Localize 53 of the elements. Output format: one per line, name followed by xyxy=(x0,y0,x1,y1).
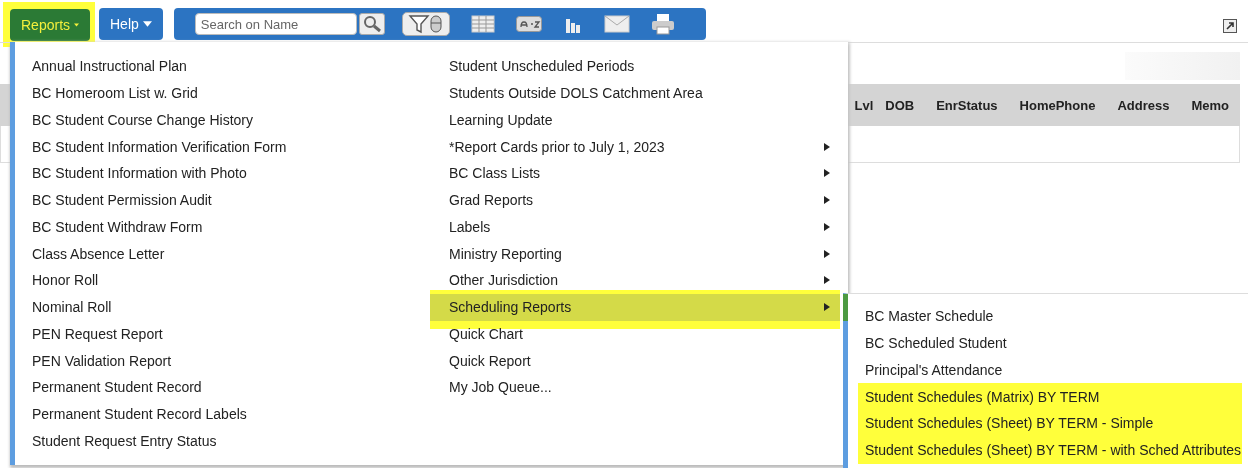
filter-button[interactable] xyxy=(401,12,450,36)
help-button[interactable]: Help xyxy=(99,8,163,40)
column-header[interactable]: Memo xyxy=(1191,97,1229,113)
menu-item[interactable]: Student Schedules (Sheet) BY TERM - with Sched Attributes xyxy=(858,436,1242,464)
menu-item[interactable]: Annual Instructional Plan xyxy=(15,53,430,80)
menu-item[interactable]: BC Master Schedule xyxy=(848,303,1248,330)
menu-item[interactable]: BC Homeroom List w. Grid xyxy=(15,79,430,107)
menu-item[interactable]: Labels xyxy=(430,213,840,241)
grid-icon[interactable] xyxy=(470,15,495,33)
column-header[interactable]: Lvl xyxy=(854,97,874,113)
menu-item[interactable]: Honor Roll xyxy=(15,267,430,294)
menu-item[interactable]: Students Outside DOLS Catchment Area xyxy=(430,79,840,107)
menu-item[interactable]: Quick Chart xyxy=(430,320,840,348)
menu-item[interactable]: BC Student Information Verification Form xyxy=(15,133,430,160)
menu-item[interactable]: *Report Cards prior to July 1, 2023 xyxy=(430,133,840,160)
menu-item[interactable]: BC Class Lists xyxy=(430,160,840,187)
menu-item[interactable]: Student Unscheduled Periods xyxy=(430,53,840,80)
search-field[interactable]: Search on Name xyxy=(194,13,357,35)
menu-item[interactable]: Quick Report xyxy=(430,347,840,374)
reports-button[interactable]: Reports xyxy=(10,8,90,41)
column-header[interactable]: HomePhone xyxy=(1019,97,1096,113)
menu-item[interactable]: My Job Queue... xyxy=(430,374,840,401)
menu-item[interactable]: Ministry Reporting xyxy=(430,240,840,267)
menu-item[interactable]: Principal's Attendance xyxy=(848,356,1248,384)
search-icon xyxy=(361,15,382,33)
menu-item[interactable]: Grad Reports xyxy=(430,186,840,214)
caret-icon xyxy=(74,21,79,28)
popout-icon[interactable] xyxy=(1223,19,1237,33)
menu-item[interactable]: Student Schedules (Sheet) BY TERM - Simple xyxy=(858,410,1242,437)
column-header[interactable]: Address xyxy=(1117,97,1170,113)
column-header[interactable]: DOB xyxy=(885,97,915,113)
menu-item[interactable]: BC Student Information with Photo xyxy=(15,160,430,187)
menu-item[interactable]: Student Request Entry Status xyxy=(15,427,430,455)
menu-item[interactable]: Student Schedules (Matrix) BY TERM xyxy=(858,383,1242,410)
menu-item[interactable]: BC Student Permission Audit xyxy=(15,186,430,214)
menu-item[interactable]: BC Student Course Change History xyxy=(15,106,430,134)
caret-icon xyxy=(142,21,152,27)
search-button[interactable] xyxy=(358,13,385,35)
menu-item[interactable]: PEN Request Report xyxy=(15,320,430,348)
menu-item[interactable]: Permanent Student Record Labels xyxy=(15,400,430,428)
menu-item[interactable]: Nominal Roll xyxy=(15,293,430,321)
menu-item[interactable]: Other Jurisdiction xyxy=(430,267,840,294)
envelope-icon[interactable] xyxy=(603,15,630,33)
printer-icon[interactable] xyxy=(650,13,675,35)
menu-item[interactable]: Class Absence Letter xyxy=(15,240,430,267)
sort-az-icon[interactable] xyxy=(515,16,542,32)
menu-item[interactable]: Permanent Student Record xyxy=(15,374,430,401)
filter-icon xyxy=(407,14,444,34)
column-header[interactable]: EnrStatus xyxy=(936,97,998,113)
menu-item[interactable]: Learning Update xyxy=(430,106,840,134)
menu-item[interactable]: BC Scheduled Student xyxy=(848,329,1248,357)
menu-item[interactable]: BC Student Withdraw Form xyxy=(15,213,430,241)
menu-item[interactable]: PEN Validation Report xyxy=(15,347,430,374)
